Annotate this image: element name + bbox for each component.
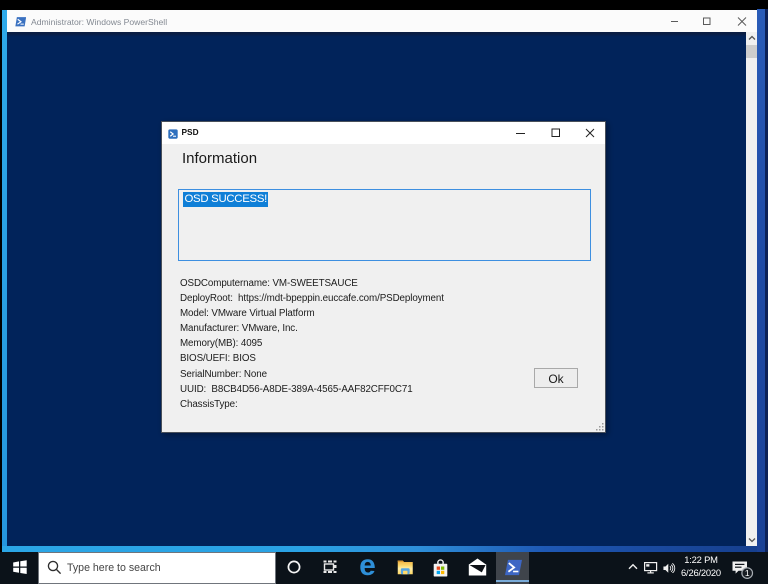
svg-text:1: 1 xyxy=(745,568,750,578)
